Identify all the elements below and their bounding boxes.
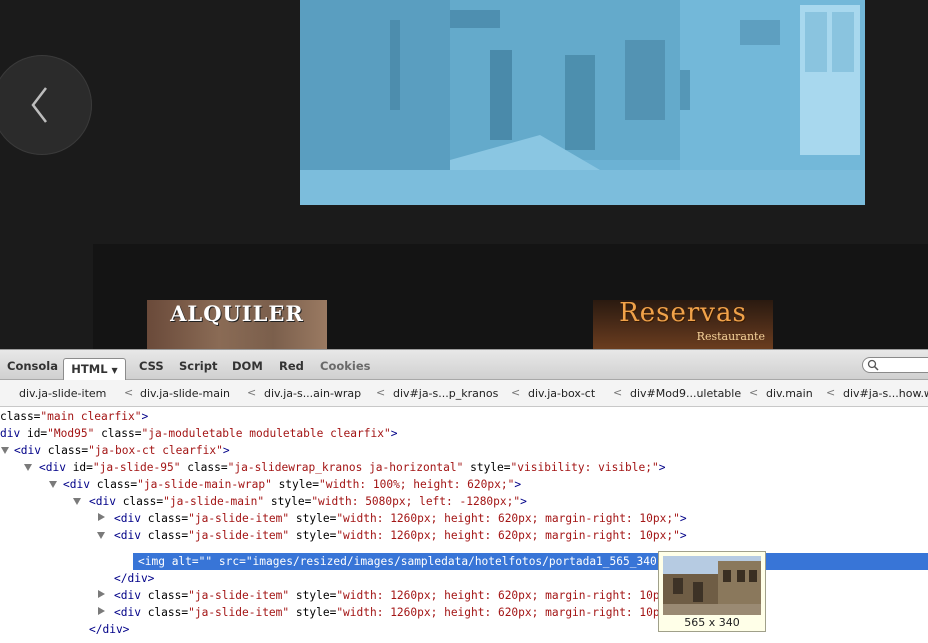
tab-html-label: HTML	[71, 362, 108, 376]
breadcrumb-item[interactable]: div.ja-box-ct	[528, 387, 595, 400]
breadcrumb-item[interactable]: div.ja-slide-main	[140, 387, 230, 400]
tree-node[interactable]: <div class="ja-slide-item" style="width:…	[114, 510, 687, 527]
slide-image	[300, 0, 865, 205]
tree-node[interactable]: <div class="ja-slide-item" style="width:…	[114, 587, 673, 604]
tree-node[interactable]: class="main clearfix">	[0, 408, 148, 425]
tree-node[interactable]: </div>	[114, 570, 154, 587]
tree-node-selected[interactable]: <img alt="" src="images/resized/images/s…	[138, 553, 670, 570]
image-preview-tooltip: 565 x 340	[658, 551, 766, 632]
html-tree-view: class="main clearfix"> div id="Mod95" cl…	[0, 407, 928, 643]
breadcrumb-item[interactable]: div.ja-s...ain-wrap	[264, 387, 361, 400]
thumbnail-reservas[interactable]: Reservas Restaurante	[593, 300, 773, 349]
thumbnail-subtitle: Restaurante	[696, 330, 765, 343]
breadcrumb-item[interactable]: div#ja-s...how.w	[843, 387, 928, 400]
slider-prev-button[interactable]	[0, 55, 92, 155]
expand-toggle-icon[interactable]	[24, 464, 32, 471]
web-page-viewport: ALQUILER Reservas Restaurante	[0, 0, 928, 349]
image-preview-thumbnail	[663, 556, 761, 615]
tab-dom[interactable]: DOM	[232, 356, 263, 376]
chevron-down-icon[interactable]: ▼	[112, 366, 118, 375]
building-photo-illustration	[300, 0, 865, 205]
breadcrumb-item[interactable]: div#Mod9...uletable	[630, 387, 741, 400]
breadcrumb-separator: <	[613, 386, 623, 399]
tree-node[interactable]: <div class="ja-slide-main" style="width:…	[89, 493, 527, 510]
chevron-left-icon	[31, 87, 47, 123]
tab-css[interactable]: CSS	[139, 356, 164, 376]
tree-node[interactable]: div id="Mod95" class="ja-moduletable mod…	[0, 425, 397, 442]
expand-toggle-icon[interactable]	[1, 447, 9, 454]
thumbnail-title: ALQUILER	[170, 301, 304, 326]
tab-html[interactable]: HTML ▼	[63, 358, 126, 380]
breadcrumb-separator: <	[749, 386, 759, 399]
tab-cookies[interactable]: Cookies	[320, 356, 370, 376]
tree-node[interactable]: <div class="ja-slide-item" style="width:…	[114, 604, 673, 621]
breadcrumb-separator: <	[826, 386, 836, 399]
breadcrumb-separator: <	[511, 386, 521, 399]
devtools-panel: Consola HTML ▼ CSS Script DOM Red Cookies…	[0, 349, 928, 643]
breadcrumb: div.ja-slide-item < div.ja-slide-main < …	[0, 380, 928, 407]
tree-node[interactable]: <div class="ja-box-ct clearfix">	[14, 442, 230, 459]
building-thumbnail-illustration	[663, 556, 761, 615]
breadcrumb-item[interactable]: div.ja-slide-item	[19, 387, 106, 400]
search-input[interactable]	[862, 357, 928, 373]
expand-toggle-icon[interactable]	[97, 532, 105, 539]
search-icon	[867, 359, 879, 371]
expand-toggle-icon[interactable]	[98, 607, 105, 615]
breadcrumb-separator: <	[124, 386, 134, 399]
breadcrumb-item[interactable]: div#ja-s...p_kranos	[393, 387, 498, 400]
image-dimensions-label: 565 x 340	[684, 616, 740, 629]
tree-node[interactable]: <div class="ja-slide-main-wrap" style="w…	[63, 476, 521, 493]
tree-node[interactable]: </div>	[89, 621, 129, 638]
tab-red[interactable]: Red	[279, 356, 304, 376]
expand-toggle-icon[interactable]	[49, 481, 57, 488]
thumbnail-title: Reservas	[619, 300, 747, 328]
expand-toggle-icon[interactable]	[98, 513, 105, 521]
breadcrumb-item[interactable]: div.main	[766, 387, 813, 400]
breadcrumb-separator: <	[376, 386, 386, 399]
tree-node[interactable]: <div class="ja-slide-item" style="width:…	[114, 527, 687, 544]
devtools-tab-bar: Consola HTML ▼ CSS Script DOM Red Cookies	[0, 349, 928, 380]
tab-console[interactable]: Consola	[7, 356, 58, 376]
tab-script[interactable]: Script	[179, 356, 217, 376]
expand-toggle-icon[interactable]	[73, 498, 81, 505]
expand-toggle-icon[interactable]	[98, 590, 105, 598]
breadcrumb-separator: <	[247, 386, 257, 399]
thumbnail-alquiler[interactable]: ALQUILER	[147, 300, 327, 349]
tree-node[interactable]: <div id="ja-slide-95" class="ja-slidewra…	[39, 459, 665, 476]
